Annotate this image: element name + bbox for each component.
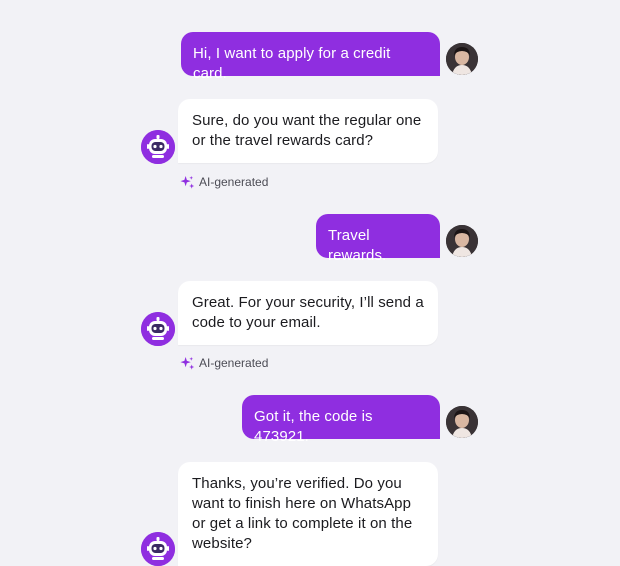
robot-icon: [141, 312, 175, 346]
user-message-text: Hi, I want to apply for a credit card.: [193, 45, 391, 82]
user-message-bubble: Got it, the code is 473921.: [242, 395, 440, 445]
ai-generated-badge: AI-generated: [180, 174, 268, 190]
bot-message-text: Thanks, you’re verified. Do you want to …: [192, 475, 413, 552]
user-avatar: [446, 406, 478, 438]
bot-avatar: [141, 532, 175, 566]
user-avatar: [446, 43, 478, 75]
bot-avatar: [141, 312, 175, 346]
user-avatar-image: [446, 225, 478, 257]
bot-message-bubble: Thanks, you’re verified. Do you want to …: [178, 462, 438, 566]
sparkle-icon: [180, 356, 195, 370]
bot-message-text: Great. For your security, I’ll send a co…: [192, 294, 424, 331]
user-message-text: Got it, the code is 473921.: [254, 408, 373, 445]
bot-message-bubble: Great. For your security, I’ll send a co…: [178, 281, 438, 345]
user-message-bubble: Travel rewards.: [316, 214, 440, 264]
ai-generated-label: AI-generated: [199, 175, 269, 189]
bot-avatar: [141, 130, 175, 164]
sparkle-icon: [180, 175, 195, 189]
ai-generated-label: AI-generated: [199, 356, 269, 370]
robot-icon: [141, 532, 175, 566]
chat-canvas: Hi, I want to apply for a credit card. S…: [0, 0, 620, 566]
user-message-text: Travel rewards.: [328, 227, 387, 264]
user-avatar-image: [446, 406, 478, 438]
user-message-bubble: Hi, I want to apply for a credit card.: [181, 32, 440, 82]
bot-message-text: Sure, do you want the regular one or the…: [192, 112, 422, 149]
user-avatar-image: [446, 43, 478, 75]
bot-message-bubble: Sure, do you want the regular one or the…: [178, 99, 438, 163]
ai-generated-badge: AI-generated: [180, 355, 268, 371]
user-avatar: [446, 225, 478, 257]
robot-icon: [141, 130, 175, 164]
